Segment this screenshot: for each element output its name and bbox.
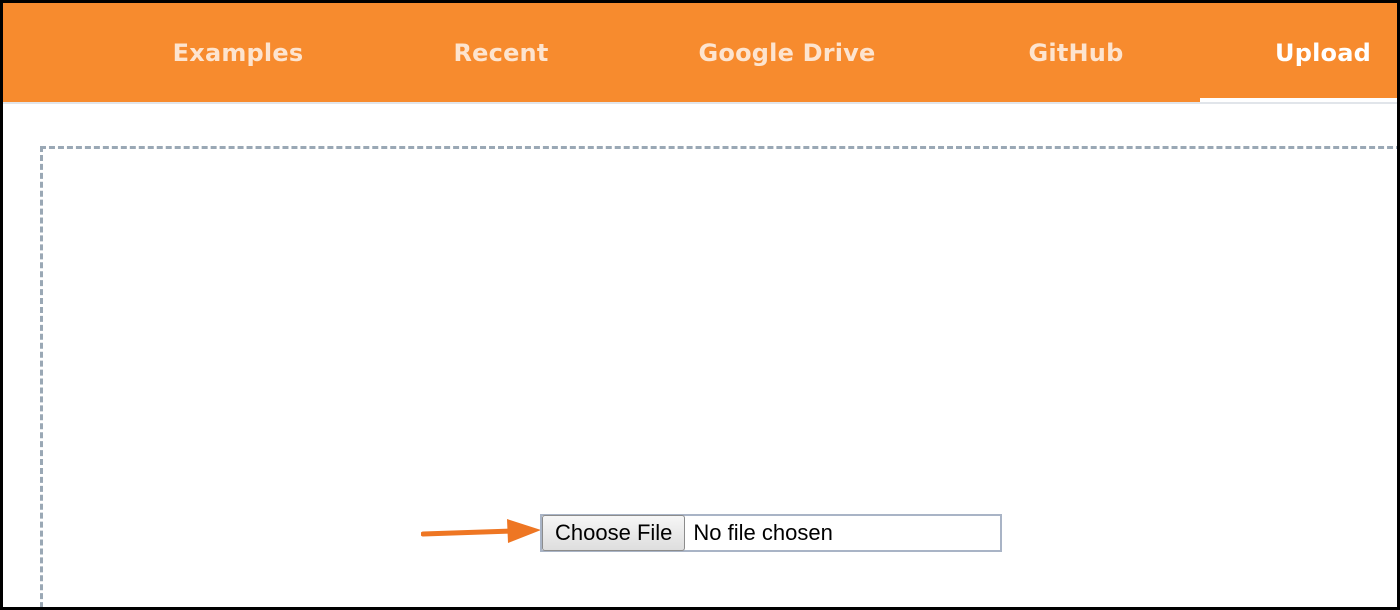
tab-github[interactable]: GitHub: [976, 3, 1176, 102]
tab-recent[interactable]: Recent: [401, 3, 601, 102]
tab-google-drive[interactable]: Google Drive: [687, 3, 887, 102]
active-tab-indicator: [1200, 98, 1397, 102]
tab-examples[interactable]: Examples: [138, 3, 338, 102]
arrow-right-icon: [421, 519, 541, 543]
file-input[interactable]: Choose File No file chosen: [540, 514, 1002, 552]
file-status-text: No file chosen: [693, 520, 833, 545]
tab-upload[interactable]: Upload: [1223, 3, 1397, 102]
choose-file-button[interactable]: Choose File: [542, 515, 686, 551]
tab-bar: Examples Recent Google Drive GitHub Uplo…: [3, 3, 1397, 104]
upload-dialog: Examples Recent Google Drive GitHub Uplo…: [0, 0, 1400, 610]
